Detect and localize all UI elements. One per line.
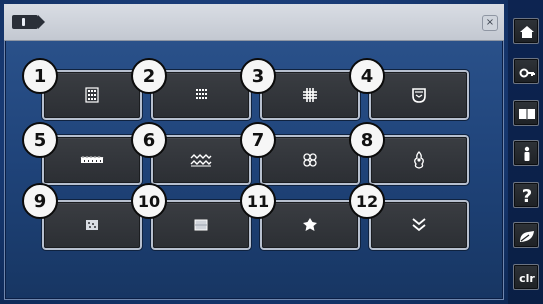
lace-pattern-icon (303, 153, 317, 167)
stitch-hash-icon (303, 88, 317, 102)
dialog-titlebar: × (4, 4, 504, 41)
stitch-grid-small-icon (85, 87, 99, 103)
close-button[interactable]: × (482, 15, 498, 31)
pattern-tile-9[interactable] (44, 202, 140, 248)
pattern-tile-3[interactable] (262, 72, 358, 118)
tile-number-10: 10 (131, 183, 167, 219)
stitch-grid-dots-icon (196, 89, 207, 99)
pattern-tile-4[interactable] (371, 72, 467, 118)
tile-number-11: 11 (240, 183, 276, 219)
tile-number-9: 9 (22, 183, 58, 219)
settings-button[interactable] (513, 58, 539, 84)
home-button[interactable] (513, 18, 539, 44)
help-label: ? (521, 185, 533, 207)
tile-number-4: 4 (349, 58, 385, 94)
manual-button[interactable] (513, 100, 539, 126)
tile-number-3: 3 (240, 58, 276, 94)
tile-number-7: 7 (240, 122, 276, 158)
key-icon (519, 68, 535, 78)
pattern-tile-6[interactable] (153, 137, 249, 183)
double-chevron-icon (412, 218, 426, 232)
wave-border-icon (80, 156, 104, 163)
pattern-tag-icon (12, 15, 45, 29)
pattern-tile-5[interactable] (44, 137, 140, 183)
pattern-tile-11[interactable] (262, 202, 358, 248)
tile-number-8: 8 (349, 122, 385, 158)
pattern-tile-7[interactable] (262, 137, 358, 183)
pattern-tile-1[interactable] (44, 72, 140, 118)
tile-number-12: 12 (349, 183, 385, 219)
clear-label: clr (519, 271, 535, 285)
tile-number-1: 1 (22, 58, 58, 94)
pattern-tile-2[interactable] (153, 72, 249, 118)
eco-icon (520, 231, 534, 242)
help-button[interactable]: ? (513, 182, 539, 208)
pattern-tile-10[interactable] (153, 202, 249, 248)
star-leaf-icon (303, 218, 317, 231)
home-icon (520, 26, 534, 38)
pattern-tile-12[interactable] (371, 202, 467, 248)
eco-button[interactable] (513, 222, 539, 248)
zigzag-border-icon (190, 154, 212, 167)
book-icon (519, 109, 535, 120)
ornament-figure-icon (414, 151, 424, 169)
quilt-square-icon (194, 219, 208, 231)
shield-stitch-icon (412, 88, 426, 103)
tile-number-2: 2 (131, 58, 167, 94)
tile-number-6: 6 (131, 122, 167, 158)
info-icon (524, 146, 530, 161)
stipple-patch-icon (86, 220, 98, 230)
info-button[interactable] (513, 140, 539, 166)
tile-number-5: 5 (22, 122, 58, 158)
clear-button[interactable]: clr (513, 264, 539, 290)
pattern-tile-8[interactable] (371, 137, 467, 183)
